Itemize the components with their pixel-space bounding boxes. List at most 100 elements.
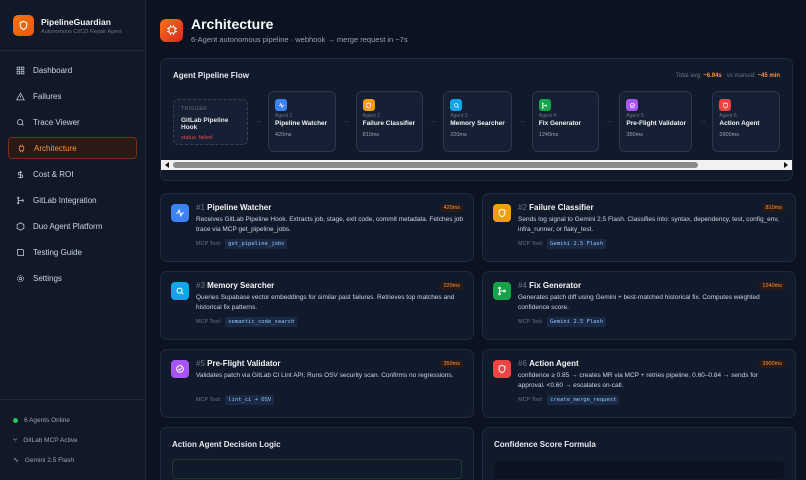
flow-arrow-icon: → xyxy=(518,118,526,125)
brand-subtitle: Autonomous CI/CD Repair Agent xyxy=(41,28,122,35)
agent-latency: 350ms xyxy=(626,132,643,138)
activity-icon xyxy=(171,204,189,222)
agent-card-title: #3 Memory Searcher xyxy=(196,281,274,290)
sidebar-item-duo-agent-platform[interactable]: Duo Agent Platform xyxy=(8,215,137,237)
agent-card-description: Queries Supabase vector embeddings for s… xyxy=(196,294,455,311)
chip-icon xyxy=(160,18,183,42)
agent-card-6[interactable]: #6 Action Agent 3900ms confidence ≥ 0.85 →… xyxy=(482,349,796,418)
sidebar-item-cost-roi[interactable]: Cost & ROI xyxy=(8,163,137,185)
agent-card-5[interactable]: #5 Pre-Flight Validator 350ms Validates pa… xyxy=(160,349,474,418)
sidebar-item-testing-guide[interactable]: Testing Guide xyxy=(8,241,137,263)
flow-title: Agent Pipeline Flow xyxy=(173,71,250,80)
scroll-left-icon[interactable] xyxy=(165,162,169,168)
flow-arrow-icon: → xyxy=(255,118,263,125)
agent-index: Agent 6 xyxy=(719,113,737,119)
search-icon xyxy=(450,99,463,111)
agent-card-title: #2 Failure Classifier xyxy=(518,203,594,212)
agent-card-4[interactable]: #4 Fix Generator 1240ms Generates patch di… xyxy=(482,271,796,340)
activity-icon: ∿ xyxy=(13,457,19,464)
agent-card-1[interactable]: #1 Pipeline Watcher 420ms Receives GitLab … xyxy=(160,193,474,262)
flow-agent-5[interactable]: Agent 5 Pre-Flight Validator 350ms xyxy=(619,91,693,152)
dollar-icon xyxy=(16,170,25,179)
flow-agent-6[interactable]: Agent 6 Action Agent 3900ms xyxy=(712,91,780,152)
sidebar-item-settings[interactable]: Settings xyxy=(8,267,137,289)
main-content: Architecture 6-Agent autonomous pipeline… xyxy=(146,0,806,480)
scrollbar-thumb[interactable] xyxy=(173,162,698,168)
sidebar-item-dashboard[interactable]: Dashboard xyxy=(8,59,137,81)
scroll-right-icon[interactable] xyxy=(784,162,788,168)
branch-icon: ⑂ xyxy=(13,436,18,444)
latency-badge: 810ms xyxy=(762,203,785,212)
decision-logic-title: Action Agent Decision Logic xyxy=(172,440,281,449)
sidebar-item-gitlab-integration[interactable]: GitLab Integration xyxy=(8,189,137,211)
formula-code xyxy=(494,461,784,479)
agent-card-number: #6 xyxy=(518,359,527,368)
agent-card-2[interactable]: #2 Failure Classifier 810ms Sends log sign… xyxy=(482,193,796,262)
status-agents: 6 Agents Online xyxy=(13,410,132,430)
agent-card-3[interactable]: #3 Memory Searcher 220ms Queries Supabase … xyxy=(160,271,474,340)
mcp-tool-name: get_pipeline_jobs xyxy=(225,239,288,249)
book-icon xyxy=(16,248,25,257)
sidebar-item-label: Architecture xyxy=(34,143,77,153)
mcp-tool-name: create_merge_request xyxy=(547,395,620,405)
agent-card-description: Sends log signal to Gemini 2.5 Flash. Cl… xyxy=(518,216,779,233)
manual-value: ~45 min xyxy=(757,72,780,79)
trigger-name: GitLab Pipeline Hook xyxy=(181,116,229,131)
sidebar-item-label: Testing Guide xyxy=(33,247,82,257)
agent-index: Agent 4 xyxy=(538,113,557,119)
agent-latency: 220ms xyxy=(450,132,467,138)
flow-agent-4[interactable]: Agent 4 Fix Generator 1240ms xyxy=(531,91,600,152)
decision-logic-row xyxy=(172,459,462,479)
flow-arrow-icon: → xyxy=(699,118,707,125)
flow-agent-3[interactable]: Agent 3 Memory Searcher 220ms xyxy=(443,91,512,152)
flow-agent-2[interactable]: Agent 2 Failure Classifier 810ms xyxy=(355,91,424,152)
status-agents-label: 6 Agents Online xyxy=(24,416,70,424)
agent-card-name: Action Agent xyxy=(529,359,579,368)
flow-agent-1[interactable]: Agent 1 Pipeline Watcher 420ms xyxy=(268,91,336,152)
formula-title: Confidence Score Formula xyxy=(494,440,596,449)
page-header: Architecture 6-Agent autonomous pipeline… xyxy=(160,16,793,44)
cube-icon xyxy=(16,221,25,231)
agent-card-description: confidence ≥ 0.85 → creates MR via MCP +… xyxy=(518,372,758,389)
mcp-tool-row: MCP Tool: Gemini 2.5 Flash xyxy=(518,317,785,327)
latency-badge: 420ms xyxy=(440,203,463,212)
agent-card-number: #1 xyxy=(196,203,205,212)
agent-card-name: Fix Generator xyxy=(529,281,582,290)
sidebar-item-architecture[interactable]: Architecture xyxy=(8,137,137,159)
sidebar-item-trace-viewer[interactable]: Trace Viewer xyxy=(8,111,137,133)
gear-icon xyxy=(16,274,25,283)
sidebar-item-label: Trace Viewer xyxy=(33,117,80,127)
brand-title: PipelineGuardian xyxy=(41,16,111,27)
flow-arrow-icon: → xyxy=(606,118,614,125)
sidebar-status: 6 Agents Online ⑂ GitLab MCP Active ∿ Gemi… xyxy=(0,399,145,480)
agent-card-number: #2 xyxy=(518,203,527,212)
mcp-tool-row: MCP Tool: lint_ci + OSV xyxy=(196,395,463,405)
mcp-tool-label: MCP Tool: xyxy=(196,397,222,403)
agent-name: Fix Generator xyxy=(538,120,582,127)
warning-icon xyxy=(16,91,25,101)
flow-timing: Total avg: ~6.94s vs manual: ~45 min xyxy=(676,73,780,79)
sidebar-item-failures[interactable]: Failures xyxy=(8,85,137,107)
sidebar-item-label: Cost & ROI xyxy=(33,169,74,179)
shield-icon xyxy=(493,204,511,222)
latency-badge: 3900ms xyxy=(759,359,785,368)
agent-card-title: #4 Fix Generator xyxy=(518,281,581,290)
mcp-tool-row: MCP Tool: get_pipeline_jobs xyxy=(196,239,463,249)
agent-card-description: Receives GitLab Pipeline Hook. Extracts … xyxy=(196,216,463,233)
sidebar: PipelineGuardian Autonomous CI/CD Repair… xyxy=(0,0,146,480)
online-dot-icon xyxy=(13,417,18,423)
agent-card-description: Validates patch via GitLab CI Lint API. … xyxy=(196,372,454,379)
status-model: ∿ Gemini 2.5 Flash xyxy=(13,450,132,470)
mcp-tool-label: MCP Tool: xyxy=(518,319,544,325)
total-label: Total avg: xyxy=(675,72,702,79)
horizontal-scrollbar[interactable] xyxy=(161,160,792,170)
chip-icon xyxy=(17,144,26,153)
agent-index: Agent 1 xyxy=(275,113,293,119)
agent-name: Memory Searcher xyxy=(450,120,505,127)
trigger-status: status: failed xyxy=(181,134,212,141)
agent-name: Pre-Flight Validator xyxy=(626,120,686,127)
agent-latency: 3900ms xyxy=(719,132,739,138)
search-icon xyxy=(16,118,25,127)
agent-card-title: #1 Pipeline Watcher xyxy=(196,203,271,212)
agent-name: Failure Classifier xyxy=(362,120,416,127)
